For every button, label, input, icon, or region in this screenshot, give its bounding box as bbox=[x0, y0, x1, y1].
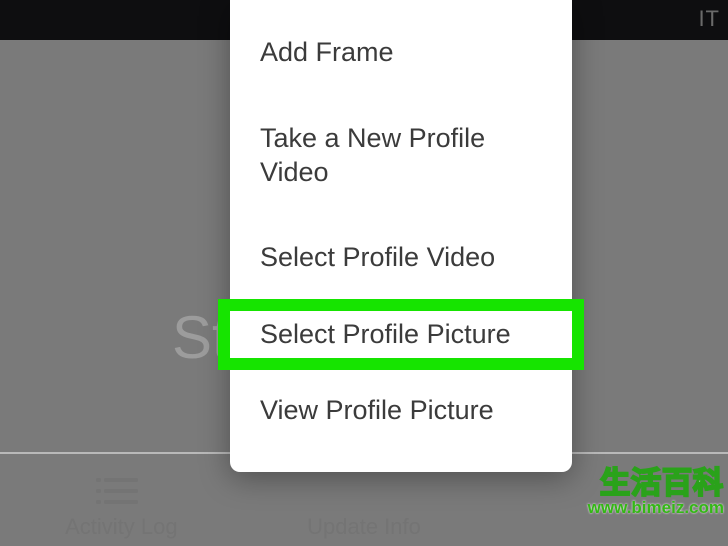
menu-item-select-profile-picture[interactable]: Select Profile Picture bbox=[220, 301, 582, 368]
profile-picture-menu: Add Frame Take a New Profile Video Selec… bbox=[230, 0, 572, 472]
menu-item-select-profile-video[interactable]: Select Profile Video bbox=[230, 215, 572, 301]
tab-activity-log[interactable]: Activity Log bbox=[0, 456, 243, 546]
menu-item-highlight: Select Profile Picture bbox=[220, 301, 582, 368]
menu-item-view-profile-picture[interactable]: View Profile Picture bbox=[230, 368, 572, 454]
tab-label: Update Info bbox=[307, 514, 421, 540]
list-icon bbox=[104, 478, 138, 504]
tab-label: Activity Log bbox=[65, 514, 178, 540]
screen: IT St Activity Log Update Info Add Frame… bbox=[0, 0, 728, 546]
menu-item-add-frame[interactable]: Add Frame bbox=[230, 10, 572, 96]
menu-item-take-profile-video[interactable]: Take a New Profile Video bbox=[230, 96, 572, 216]
